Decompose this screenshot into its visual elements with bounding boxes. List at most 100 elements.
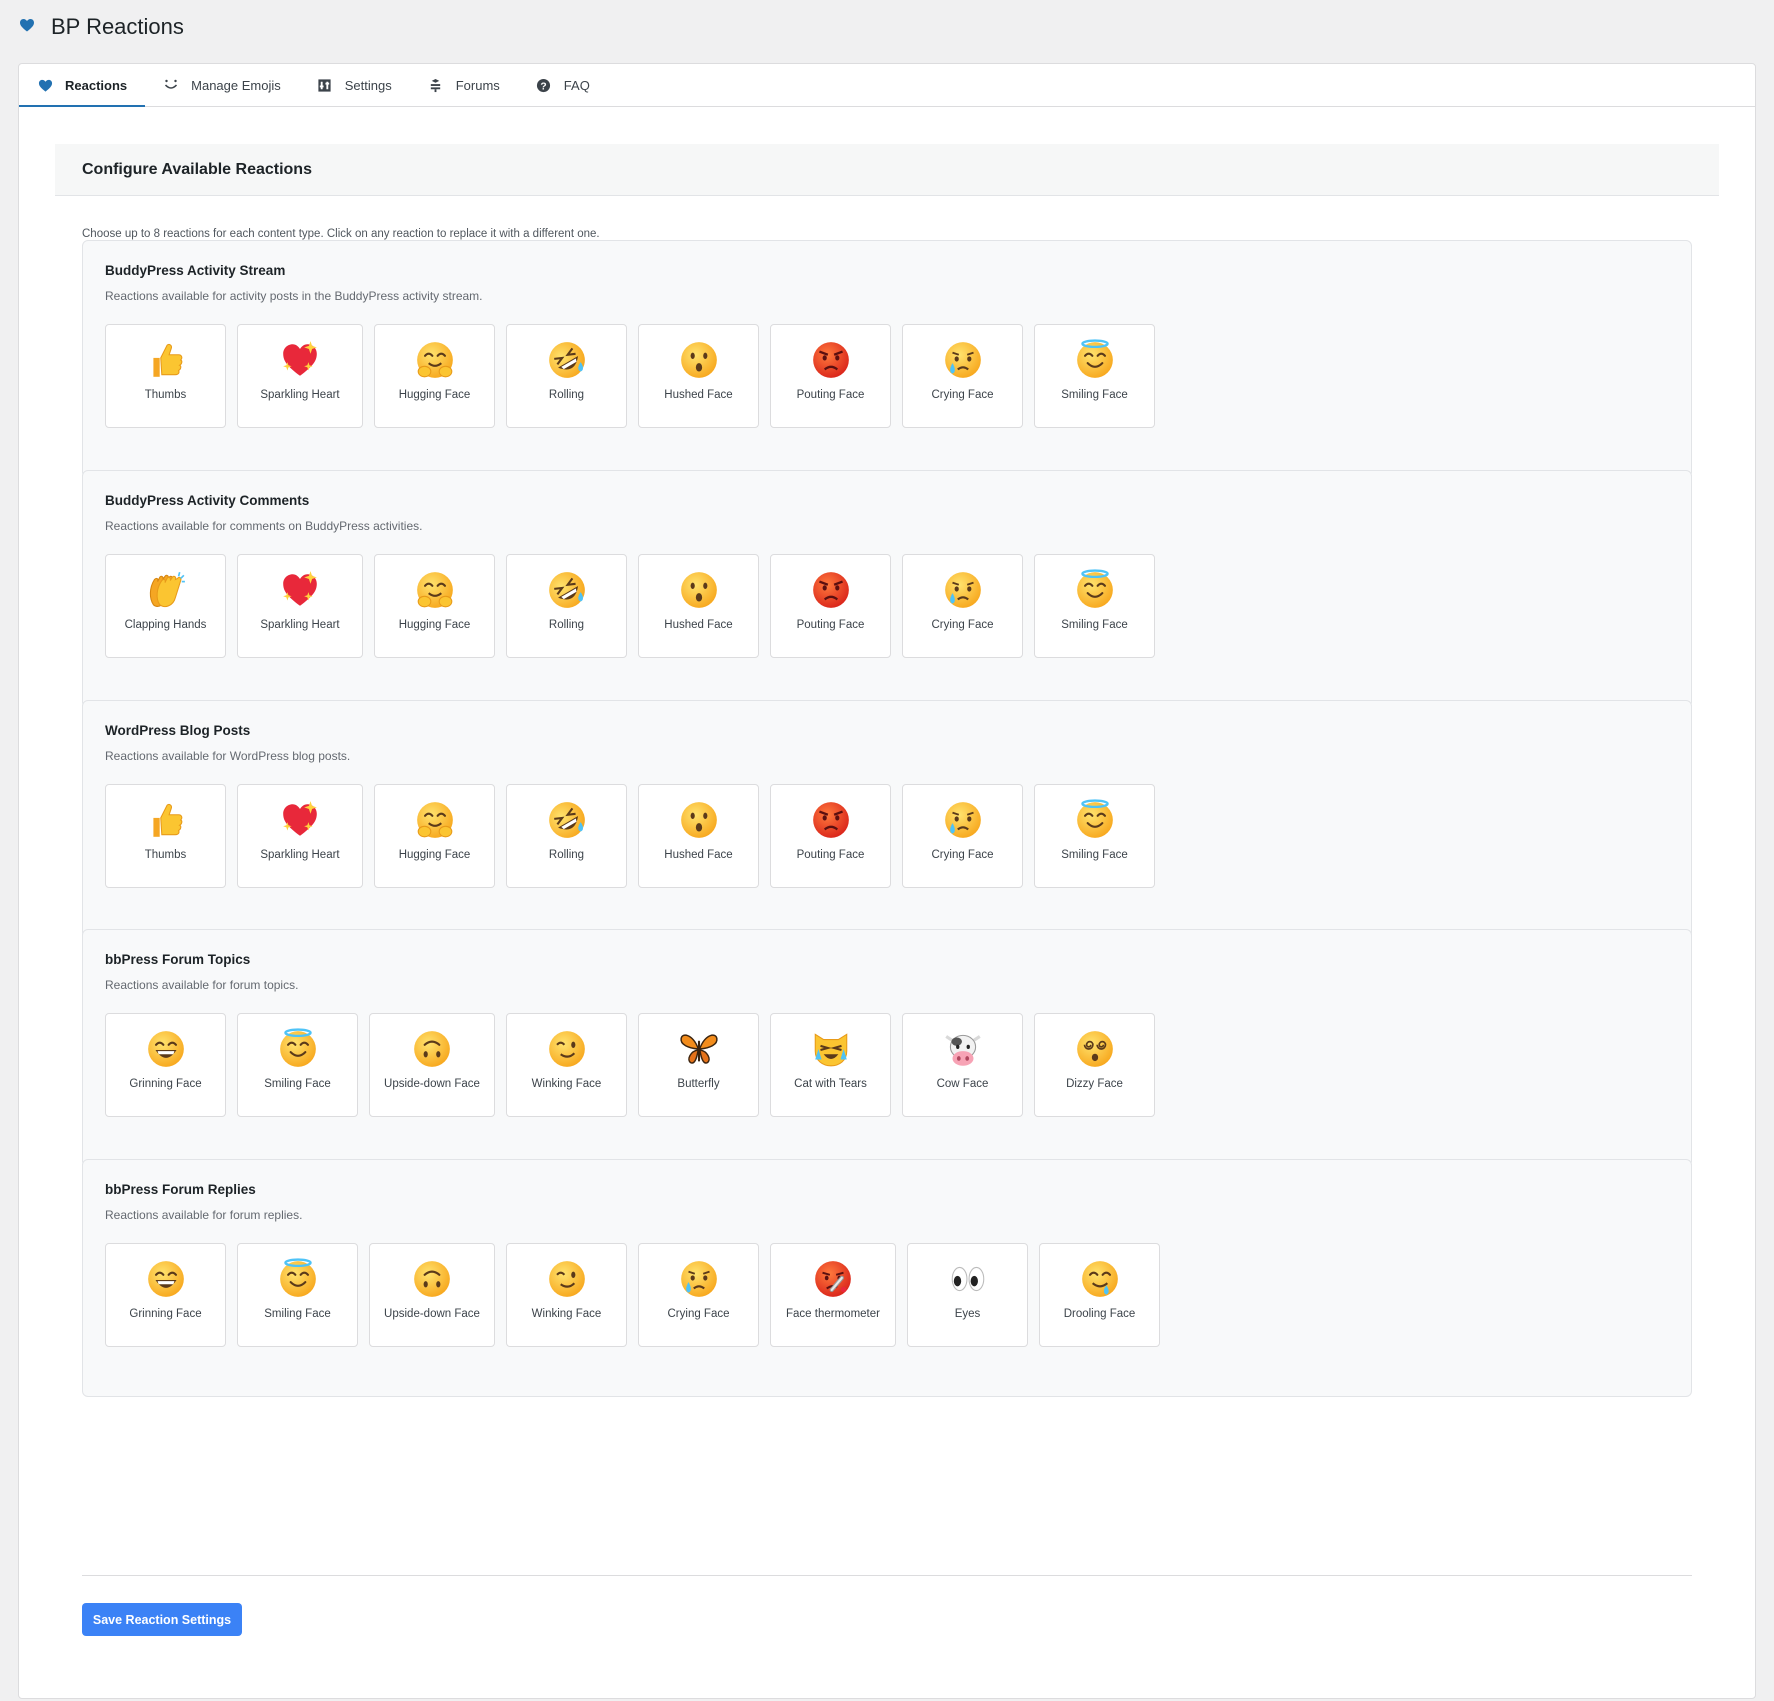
reaction-card[interactable]: Sparkling Heart	[237, 784, 363, 888]
grinning-face-icon	[145, 1258, 187, 1300]
cat-tears-icon	[810, 1028, 852, 1070]
drooling-face-icon	[1079, 1258, 1121, 1300]
reaction-card[interactable]: Grinning Face	[105, 1013, 226, 1117]
reaction-card[interactable]: Pouting Face	[770, 324, 891, 428]
tab-bar: Reactions Manage Emojis Settings Forums …	[19, 64, 1755, 107]
reaction-card[interactable]: Pouting Face	[770, 554, 891, 658]
sparkling-heart-icon	[279, 339, 321, 381]
tab-forums[interactable]: Forums	[410, 64, 518, 106]
reaction-card[interactable]: Smiling Face	[1034, 554, 1155, 658]
reaction-card[interactable]: Smiling Face	[237, 1243, 358, 1347]
crying-face-icon	[942, 339, 984, 381]
reaction-card[interactable]: Face thermometer	[770, 1243, 896, 1347]
reaction-card[interactable]: Hushed Face	[638, 784, 759, 888]
reaction-card[interactable]: Hugging Face	[374, 784, 495, 888]
reaction-card[interactable]: Upside-down Face	[369, 1243, 495, 1347]
reaction-card[interactable]: Crying Face	[902, 324, 1023, 428]
reaction-card[interactable]: Crying Face	[902, 784, 1023, 888]
hushed-face-icon	[678, 569, 720, 611]
reaction-card[interactable]: Grinning Face	[105, 1243, 226, 1347]
winking-face-icon	[546, 1258, 588, 1300]
forums-icon	[428, 77, 444, 93]
dizzy-face-icon	[1074, 1028, 1116, 1070]
reaction-label: Grinning Face	[129, 1078, 202, 1090]
page-header: BP Reactions	[19, 14, 184, 40]
reaction-label: Crying Face	[931, 389, 994, 401]
reaction-label: Smiling Face	[1061, 619, 1128, 631]
hugging-face-icon	[414, 339, 456, 381]
hugging-face-icon	[414, 569, 456, 611]
reaction-card[interactable]: Hushed Face	[638, 554, 759, 658]
group-title: BuddyPress Activity Comments	[105, 493, 310, 508]
reaction-card[interactable]: Smiling Face	[1034, 324, 1155, 428]
tab-label: Settings	[344, 77, 392, 93]
tab-label: Reactions	[65, 77, 128, 93]
hushed-face-icon	[678, 339, 720, 381]
section-header: Configure Available Reactions	[55, 144, 1719, 196]
tab-label: Forums	[455, 77, 500, 93]
group-description: Reactions available for forum topics.	[105, 978, 299, 992]
reaction-label: Crying Face	[667, 1308, 730, 1320]
reaction-card[interactable]: Rolling	[506, 784, 627, 888]
pouting-face-icon	[810, 339, 852, 381]
reaction-label: Smiling Face	[264, 1308, 331, 1320]
sparkling-heart-icon	[279, 799, 321, 841]
reaction-card[interactable]: Smiling Face	[237, 1013, 358, 1117]
reaction-card[interactable]: Eyes	[907, 1243, 1028, 1347]
reaction-group: WordPress Blog Posts Reactions available …	[82, 700, 1692, 938]
reaction-card[interactable]: Upside-down Face	[369, 1013, 495, 1117]
halo-face-icon	[277, 1258, 319, 1300]
reaction-group: bbPress Forum Replies Reactions available…	[82, 1159, 1692, 1397]
reaction-label: Hugging Face	[398, 849, 471, 861]
reaction-label: Face thermometer	[786, 1308, 880, 1320]
page-title: BP Reactions	[51, 14, 184, 39]
reaction-card[interactable]: Thumbs	[105, 784, 226, 888]
tab-reactions[interactable]: Reactions	[19, 64, 146, 107]
reaction-card[interactable]: Sparkling Heart	[237, 554, 363, 658]
reaction-card[interactable]: Rolling	[506, 554, 627, 658]
group-description: Reactions available for comments on Budd…	[105, 519, 423, 533]
reaction-card[interactable]: Winking Face	[506, 1013, 627, 1117]
reaction-label: Pouting Face	[796, 389, 865, 401]
rolling-laughing-icon	[546, 569, 588, 611]
settings-icon	[317, 77, 333, 93]
reaction-card[interactable]: Rolling	[506, 324, 627, 428]
reaction-card[interactable]: Thumbs	[105, 324, 226, 428]
reaction-card[interactable]: Cow Face	[902, 1013, 1023, 1117]
reaction-label: Crying Face	[931, 619, 994, 631]
group-title: bbPress Forum Replies	[105, 1182, 256, 1197]
reaction-card[interactable]: Crying Face	[638, 1243, 759, 1347]
reaction-card[interactable]: Cat with Tears	[770, 1013, 891, 1117]
reaction-card[interactable]: Dizzy Face	[1034, 1013, 1155, 1117]
reaction-label: Sparkling Heart	[260, 389, 340, 401]
svg-text:?: ?	[541, 81, 547, 92]
reaction-card[interactable]: Butterfly	[638, 1013, 759, 1117]
tab-manage-emojis[interactable]: Manage Emojis	[145, 64, 299, 106]
reaction-card[interactable]: Smiling Face	[1034, 784, 1155, 888]
crying-face-icon	[942, 799, 984, 841]
reaction-label: Thumbs	[144, 389, 187, 401]
reaction-label: Cat with Tears	[794, 1078, 867, 1090]
reaction-list: Grinning Face Smiling Face Upside-down Fac…	[105, 1243, 1160, 1347]
rolling-laughing-icon	[546, 339, 588, 381]
winking-face-icon	[546, 1028, 588, 1070]
halo-face-icon	[1074, 569, 1116, 611]
reaction-label: Drooling Face	[1063, 1308, 1136, 1320]
crying-face-icon	[678, 1258, 720, 1300]
reaction-card[interactable]: Hugging Face	[374, 324, 495, 428]
reaction-group: BuddyPress Activity Comments Reactions av…	[82, 470, 1692, 708]
reaction-label: Hugging Face	[398, 619, 471, 631]
save-reaction-settings-button[interactable]: Save Reaction Settings	[82, 1603, 242, 1636]
reaction-label: Cow Face	[936, 1078, 989, 1090]
reaction-card[interactable]: Clapping Hands	[105, 554, 226, 658]
reaction-card[interactable]: Hushed Face	[638, 324, 759, 428]
tab-settings[interactable]: Settings	[299, 64, 410, 106]
reaction-card[interactable]: Pouting Face	[770, 784, 891, 888]
halo-face-icon	[277, 1028, 319, 1070]
reaction-card[interactable]: Drooling Face	[1039, 1243, 1160, 1347]
reaction-card[interactable]: Crying Face	[902, 554, 1023, 658]
tab-faq[interactable]: ? FAQ	[518, 64, 608, 106]
reaction-card[interactable]: Winking Face	[506, 1243, 627, 1347]
reaction-card[interactable]: Sparkling Heart	[237, 324, 363, 428]
reaction-card[interactable]: Hugging Face	[374, 554, 495, 658]
